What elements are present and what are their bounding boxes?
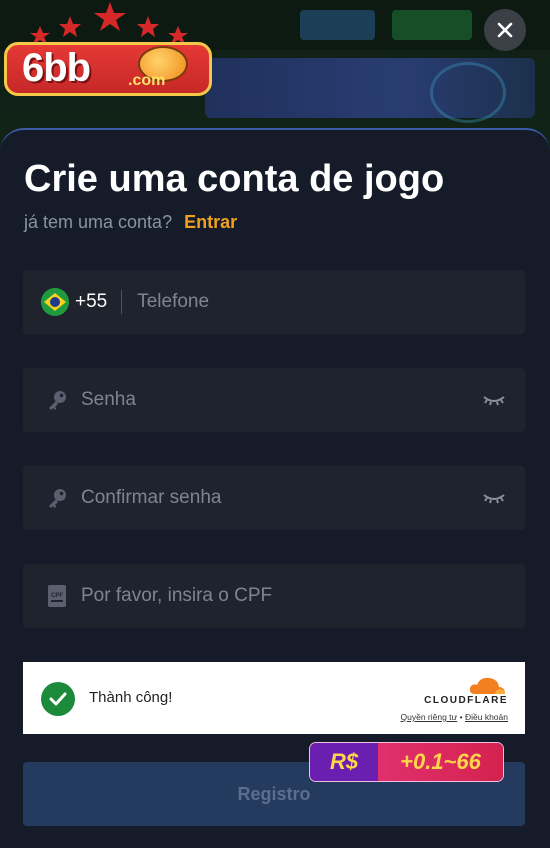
brazil-flag-icon[interactable] (41, 288, 69, 316)
phone-field: +55 (23, 270, 525, 334)
site-logo: 6bb .com (2, 2, 214, 98)
confirm-password-field (23, 466, 525, 530)
background-button (392, 10, 472, 40)
stars-decoration (30, 2, 188, 44)
background-button (300, 10, 375, 40)
login-link[interactable]: Entrar (184, 212, 237, 232)
captcha-links: Quyền riêng tư • Điều khoản (401, 712, 508, 722)
password-input[interactable] (81, 368, 481, 432)
success-check-icon (41, 682, 75, 716)
cloudflare-brand: CLOUDFLARE (424, 695, 508, 706)
key-icon (45, 388, 69, 412)
background-decoration (430, 62, 506, 123)
country-code[interactable]: +55 (75, 291, 107, 313)
cpf-input[interactable] (81, 564, 525, 628)
close-icon (497, 22, 513, 38)
close-button[interactable] (484, 9, 526, 51)
cloudflare-logo-icon (469, 677, 505, 694)
bonus-value: +0.1~66 (378, 743, 503, 781)
confirm-password-input[interactable] (81, 466, 481, 530)
link-separator: • (459, 712, 463, 722)
password-field (23, 368, 525, 432)
logo-suffix: .com (128, 72, 166, 89)
bonus-currency: R$ (310, 743, 378, 781)
login-prompt-text: já tem uma conta? (24, 212, 173, 232)
register-modal: Crie uma conta de jogo já tem uma conta?… (0, 128, 550, 848)
divider (121, 290, 123, 314)
eye-closed-icon[interactable] (481, 390, 507, 410)
cloudflare-captcha: Thành công! CLOUDFLARE Quyền riêng tư • … (23, 662, 525, 734)
cpf-card-icon: CPF (45, 584, 69, 608)
bonus-badge[interactable]: R$ +0.1~66 (310, 743, 503, 781)
svg-text:CPF: CPF (51, 593, 63, 599)
captcha-status: Thành công! (89, 689, 173, 706)
terms-link[interactable]: Điều khoản (465, 712, 508, 722)
modal-title: Crie uma conta de jogo (24, 158, 445, 200)
privacy-link[interactable]: Quyền riêng tư (401, 712, 458, 722)
phone-input[interactable] (137, 270, 525, 334)
key-icon (45, 486, 69, 510)
eye-closed-icon[interactable] (481, 488, 507, 508)
logo-text: 6bb (22, 46, 91, 90)
cpf-field: CPF (23, 564, 525, 628)
login-prompt: já tem uma conta? Entrar (24, 212, 237, 233)
